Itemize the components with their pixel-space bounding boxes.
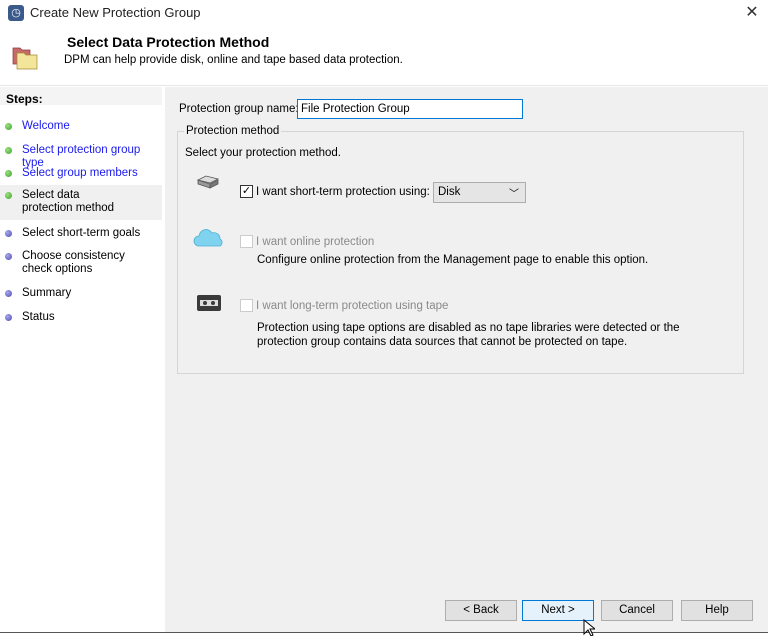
mouse-cursor-icon — [583, 619, 595, 636]
status-dot-icon — [5, 290, 12, 297]
short-term-label: I want short-term protection using: — [256, 186, 430, 198]
method-prompt: Select your protection method. — [185, 147, 341, 159]
step-status: Status — [0, 311, 162, 324]
tape-protection-note-line2: protection group contains data sources t… — [257, 336, 628, 348]
tape-protection-note-line1: Protection using tape options are disabl… — [257, 322, 680, 334]
group-name-label: Protection group name: — [179, 103, 299, 115]
step-label: Welcome — [22, 120, 70, 132]
close-button[interactable]: ✕ — [738, 2, 766, 24]
cancel-button[interactable]: Cancel — [601, 600, 673, 621]
status-dot-icon — [5, 253, 12, 260]
app-clock-icon: ◷ — [8, 5, 24, 21]
step-consistency-check: Choose consistency check options — [0, 250, 162, 276]
short-term-media-select[interactable]: Disk ﹀ — [433, 182, 526, 203]
step-label: Select group members — [22, 167, 138, 179]
status-dot-icon — [5, 147, 12, 154]
folder-icon — [12, 47, 38, 70]
window-title: Create New Protection Group — [30, 5, 201, 20]
step-label: Select data protection method — [22, 189, 115, 214]
next-button[interactable]: Next > — [522, 600, 594, 621]
steps-sidebar: Steps: Welcome Select protection group t… — [0, 87, 162, 632]
page-title: Select Data Protection Method — [67, 34, 270, 50]
status-dot-icon — [5, 230, 12, 237]
page-subtitle: DPM can help provide disk, online and ta… — [64, 54, 403, 66]
selected-value: Disk — [438, 186, 461, 198]
chevron-down-icon: ﹀ — [509, 189, 519, 200]
bottom-border — [0, 632, 768, 636]
step-label: Select protection group type — [22, 144, 141, 169]
step-summary: Summary — [0, 287, 162, 300]
step-select-group-members[interactable]: Select group members — [0, 167, 162, 180]
step-select-data-protection-method: Select data protection method — [0, 185, 162, 220]
status-dot-icon — [5, 170, 12, 177]
status-dot-icon — [5, 192, 12, 199]
step-label: Summary — [22, 287, 72, 299]
online-protection-note: Configure online protection from the Man… — [257, 254, 649, 266]
group-name-input[interactable] — [297, 99, 523, 119]
step-welcome[interactable]: Welcome — [0, 120, 162, 133]
help-button[interactable]: Help — [681, 600, 753, 621]
tape-protection-checkbox[interactable] — [240, 299, 253, 312]
tape-icon — [197, 295, 221, 311]
step-label: Choose consistency check options — [22, 250, 125, 275]
steps-heading: Steps: — [0, 87, 162, 106]
online-protection-label: I want online protection — [256, 236, 375, 248]
step-label: Select short-term goals — [22, 227, 141, 239]
back-button[interactable]: < Back — [445, 600, 517, 621]
online-protection-checkbox[interactable] — [240, 235, 253, 248]
tape-protection-label: I want long-term protection using tape — [256, 300, 449, 312]
disk-icon — [196, 175, 220, 189]
short-term-checkbox[interactable]: ✓ — [240, 185, 253, 198]
cloud-icon — [193, 229, 223, 247]
status-dot-icon — [5, 314, 12, 321]
protection-method-legend: Protection method — [184, 125, 282, 137]
step-short-term-goals: Select short-term goals — [0, 227, 162, 240]
status-dot-icon — [5, 123, 12, 130]
step-label: Status — [22, 311, 55, 323]
